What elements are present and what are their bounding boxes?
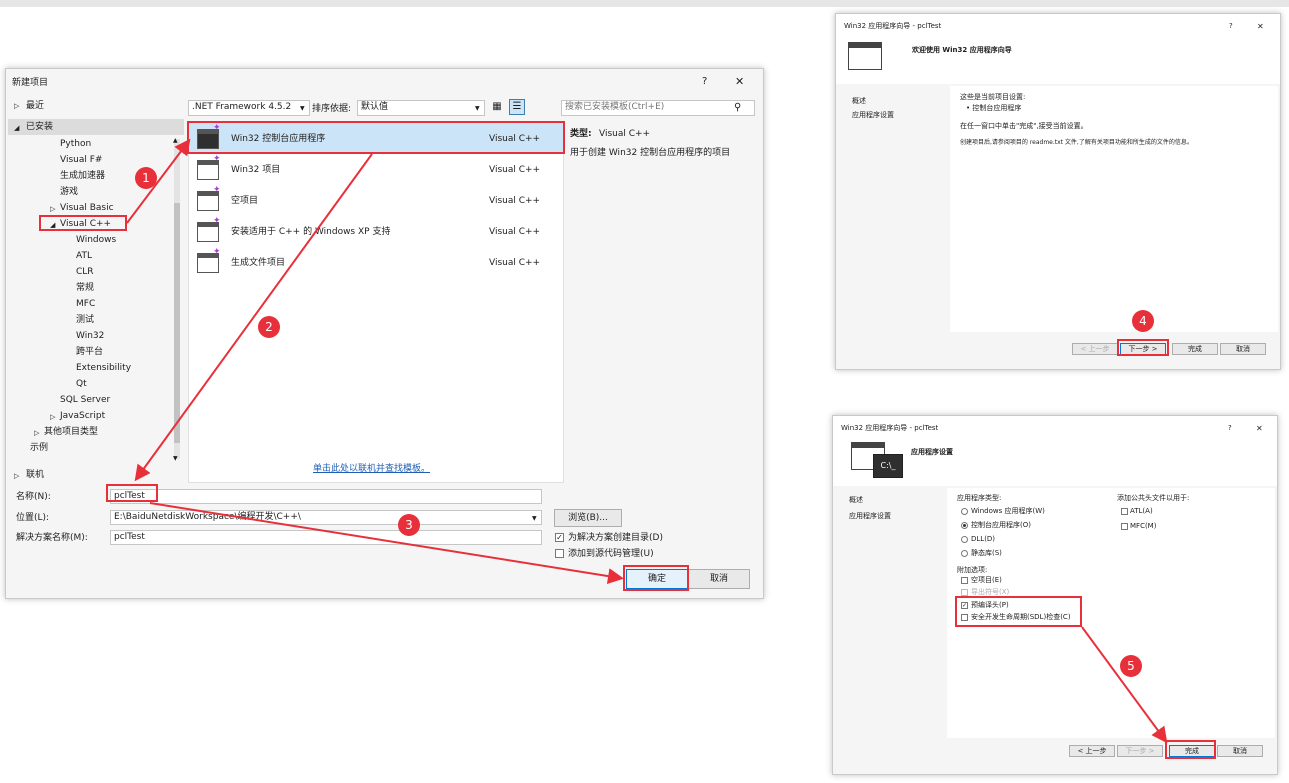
step-badge-5: 5: [1120, 655, 1142, 677]
annotation-arrows: [126, 138, 1168, 744]
step-badge-1: 1: [135, 167, 157, 189]
arrow-step-2: [134, 153, 373, 482]
arrow-step-3: [149, 502, 624, 585]
step-badge-4: 4: [1132, 310, 1154, 332]
arrow-step-5: [1081, 626, 1168, 744]
step-badge-3: 3: [398, 514, 420, 536]
step-badge-2: 2: [258, 316, 280, 338]
